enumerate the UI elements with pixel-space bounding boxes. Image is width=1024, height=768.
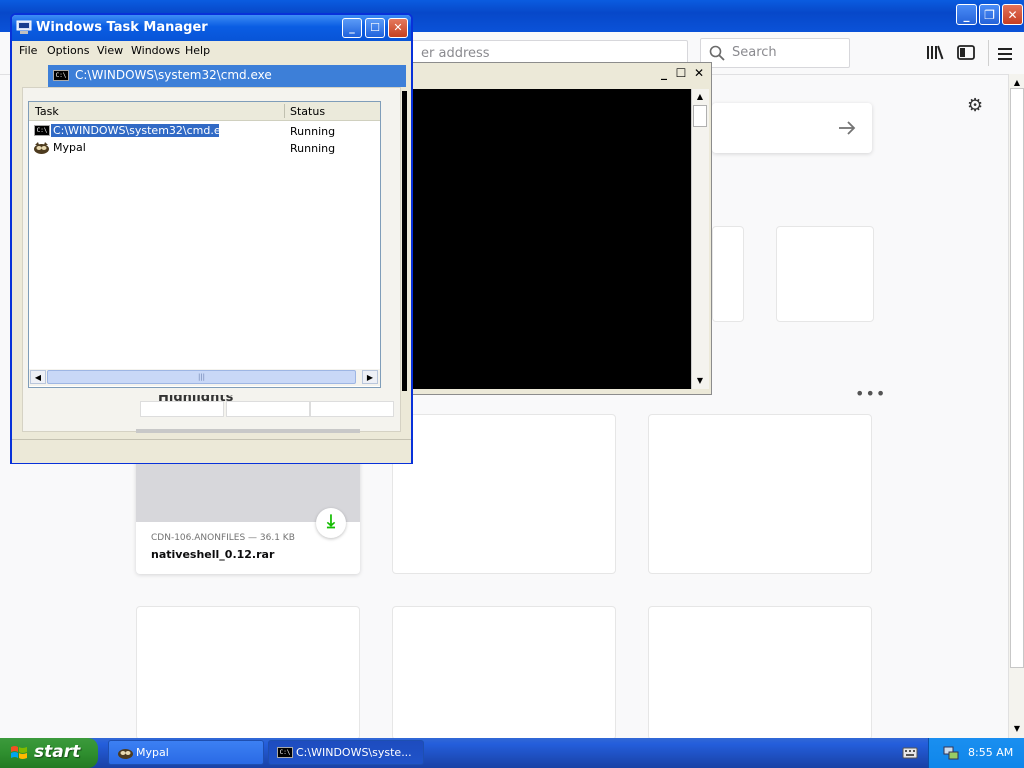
taskbar-button-label: C:\WINDOWS\syste...: [296, 746, 412, 759]
highlight-tile[interactable]: [648, 414, 872, 574]
clock[interactable]: 8:55 AM: [968, 746, 1013, 759]
mypal-icon: [118, 749, 133, 759]
highlight-tile[interactable]: [648, 606, 872, 740]
search-input[interactable]: Search: [700, 38, 850, 68]
cmd-icon: C:\: [277, 747, 293, 758]
top-site-tile[interactable]: [712, 226, 744, 322]
mypal-icon: [34, 142, 49, 154]
url-placeholder: er address: [421, 46, 490, 61]
search-card[interactable]: [712, 103, 872, 153]
task-manager-titlebar[interactable]: Windows Task Manager _ ☐ ✕: [12, 15, 411, 41]
highlight-tile[interactable]: [392, 606, 616, 740]
keyboard-icon[interactable]: [902, 746, 918, 760]
tm-close-button[interactable]: ✕: [388, 18, 408, 38]
browser-close-button[interactable]: ✕: [1002, 4, 1023, 25]
highlight-tile[interactable]: [392, 414, 616, 574]
download-host: CDN-106.ANONFILES — 36.1 KB: [151, 533, 295, 543]
task-manager-icon: [16, 20, 32, 34]
hscroll-thumb[interactable]: |||: [47, 370, 356, 384]
cmd-maximize-button[interactable]: ☐: [673, 66, 689, 82]
search-placeholder: Search: [732, 45, 777, 60]
task-status: Running: [290, 142, 336, 155]
taskbar-button-label: Mypal: [136, 746, 169, 759]
cmd-titlebar[interactable]: _ ☐ ✕: [405, 63, 711, 87]
task-row[interactable]: Mypal Running: [29, 140, 380, 157]
scroll-down-arrow-icon[interactable]: ▼: [1009, 722, 1024, 736]
active-window-title: C:\WINDOWS\system32\cmd.exe: [75, 68, 272, 82]
bleed-through-tile: [310, 401, 394, 417]
menu-help[interactable]: Help: [185, 44, 210, 57]
menu-file[interactable]: File: [19, 44, 37, 57]
windows-flag-icon: [11, 746, 27, 759]
menu-icon[interactable]: [997, 46, 1013, 65]
task-list[interactable]: Task Status C:\ C:\WINDOWS\system32\cmd.…: [28, 101, 381, 388]
cmd-icon: C:\: [34, 125, 50, 136]
start-button[interactable]: start: [0, 738, 98, 768]
column-header-status[interactable]: Status: [290, 105, 325, 118]
cmd-icon: C:\: [53, 70, 69, 81]
sidebar-icon[interactable]: [957, 45, 975, 64]
start-label: start: [34, 742, 81, 762]
arrow-right-icon[interactable]: [838, 120, 856, 136]
column-header-task[interactable]: Task: [35, 105, 59, 118]
library-icon[interactable]: [926, 44, 944, 64]
tm-minimize-button[interactable]: _: [342, 18, 362, 38]
settings-gear-icon[interactable]: ⚙: [967, 95, 983, 116]
task-list-header: Task Status: [29, 102, 380, 121]
download-arrow-icon: ⤓: [316, 508, 346, 538]
bleed-through-bar: [136, 429, 360, 433]
task-list-hscrollbar[interactable]: ◀ ||| ▶: [29, 369, 380, 386]
cmd-scroll-thumb[interactable]: [693, 105, 707, 127]
scroll-left-icon[interactable]: ◀: [30, 370, 46, 384]
menu-view[interactable]: View: [97, 44, 123, 57]
system-tray: 8:55 AM: [928, 738, 1024, 768]
cmd-scroll-down-icon[interactable]: ▼: [692, 374, 708, 388]
task-status: Running: [290, 125, 336, 138]
menu-windows[interactable]: Windows: [131, 44, 180, 57]
task-name: C:\WINDOWS\system32\cmd.exe: [51, 124, 234, 137]
cmd-console[interactable]: [413, 89, 691, 389]
menu-options[interactable]: Options: [47, 44, 89, 57]
download-filename: nativeshell_0.12.rar: [151, 548, 275, 561]
panel-edge: [402, 91, 407, 391]
cmd-scroll-up-icon[interactable]: ▲: [692, 90, 708, 104]
taskbar-button-cmd[interactable]: C:\ C:\WINDOWS\syste...: [268, 740, 424, 765]
network-icon[interactable]: [943, 745, 959, 761]
cmd-close-button[interactable]: ✕: [691, 66, 707, 82]
taskbar-button-mypal[interactable]: Mypal: [108, 740, 264, 765]
more-options-icon[interactable]: •••: [855, 384, 886, 403]
task-manager-window[interactable]: Windows Task Manager _ ☐ ✕ File Options …: [10, 13, 413, 464]
highlight-tile[interactable]: [136, 606, 360, 740]
tm-maximize-button[interactable]: ☐: [365, 18, 385, 38]
browser-minimize-button[interactable]: _: [956, 4, 977, 25]
task-row[interactable]: C:\ C:\WINDOWS\system32\cmd.exe Running: [29, 123, 380, 140]
bleed-through-tile: [226, 401, 310, 417]
bleed-through-tile: [140, 401, 224, 417]
toolbar-separator: [988, 40, 989, 66]
browser-scrollbar[interactable]: ▲ ▼: [1008, 74, 1024, 738]
taskbar: start Mypal C:\ C:\WINDOWS\syste... 8:55…: [0, 738, 1024, 768]
scroll-right-icon[interactable]: ▶: [362, 370, 378, 384]
search-icon: [709, 45, 725, 61]
scroll-thumb[interactable]: [1010, 88, 1024, 668]
task-manager-title: Windows Task Manager: [36, 20, 208, 35]
cmd-scrollbar[interactable]: ▲ ▼: [691, 89, 709, 389]
task-manager-statusbar: [12, 439, 411, 463]
task-manager-menubar: File Options View Windows Help: [12, 41, 411, 61]
cmd-window[interactable]: _ ☐ ✕ ▲ ▼: [404, 62, 712, 395]
top-site-tile[interactable]: [776, 226, 874, 322]
browser-restore-button[interactable]: ❐: [979, 4, 1000, 25]
active-window-strip[interactable]: C:\ C:\WINDOWS\system32\cmd.exe: [48, 65, 406, 87]
task-name: Mypal: [53, 141, 86, 154]
cmd-minimize-button[interactable]: _: [656, 66, 672, 82]
